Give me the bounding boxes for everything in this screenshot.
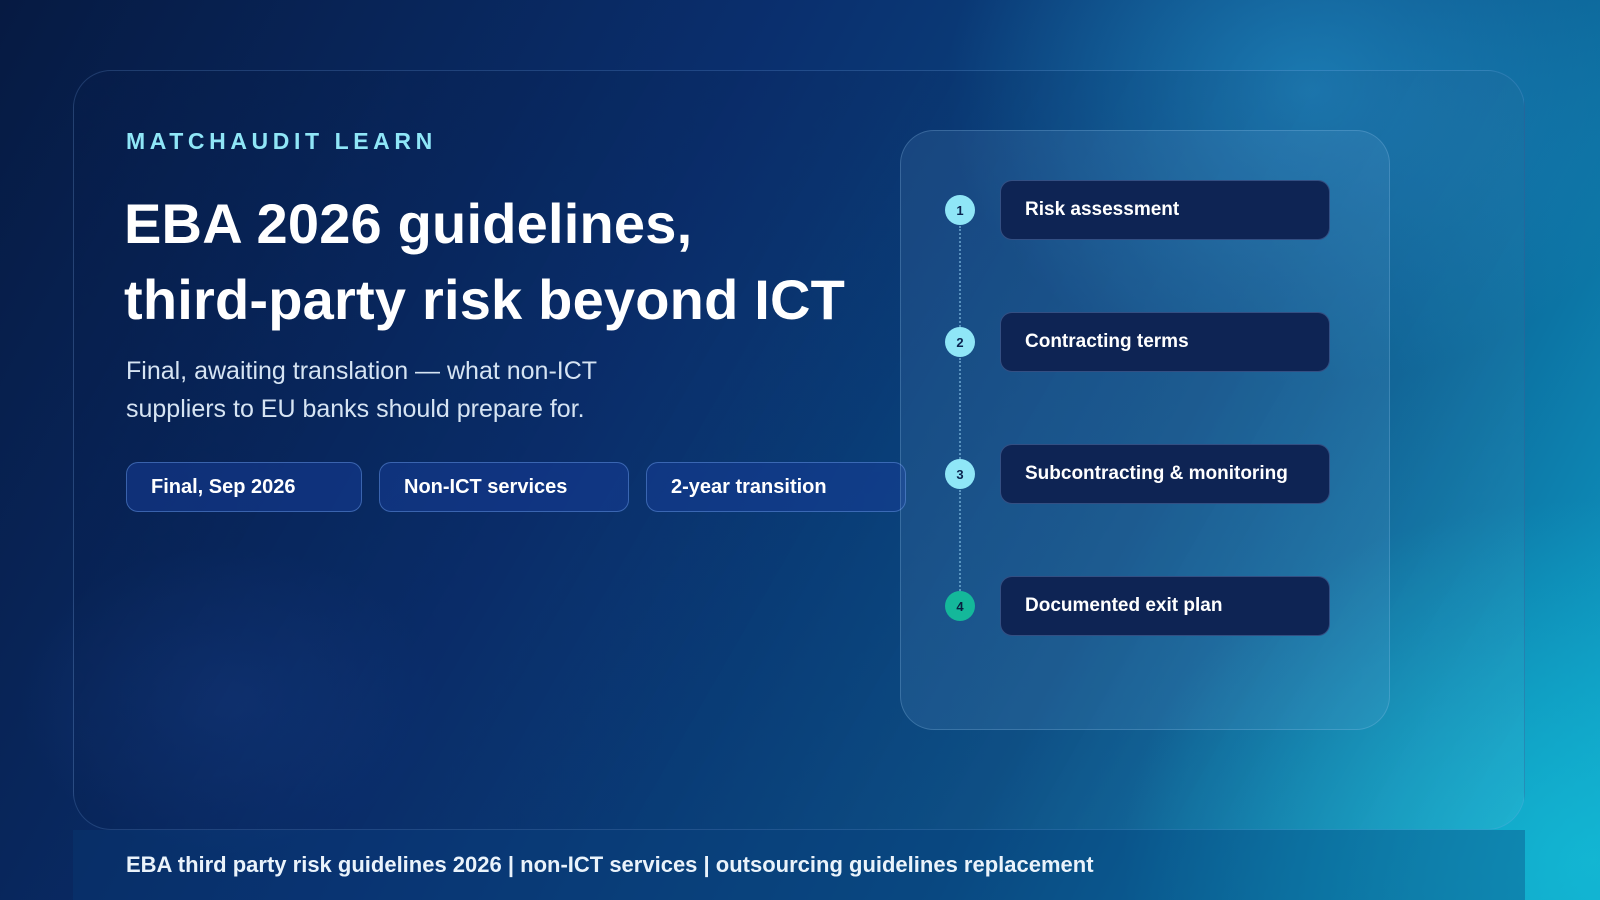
tag-transition-period: 2-year transition <box>646 462 906 512</box>
tag-final-date: Final, Sep 2026 <box>126 462 362 512</box>
step-connector <box>959 226 961 342</box>
step-exit-plan: Documented exit plan <box>1000 576 1330 636</box>
page-title-line-1: EBA 2026 guidelines, <box>124 192 693 255</box>
subtitle-line-2: suppliers to EU banks should prepare for… <box>126 395 585 423</box>
step-number-2: 2 <box>945 327 975 357</box>
subtitle-line-1: Final, awaiting translation — what non-I… <box>126 357 598 385</box>
step-connector <box>959 358 961 474</box>
page-title-line-2: third-party risk beyond ICT <box>124 268 846 331</box>
footer-keywords: EBA third party risk guidelines 2026 | n… <box>73 830 1525 900</box>
step-connector <box>959 490 961 606</box>
step-number-4: 4 <box>945 591 975 621</box>
step-subcontracting-monitoring: Subcontracting & monitoring <box>1000 444 1330 504</box>
step-contracting-terms: Contracting terms <box>1000 312 1330 372</box>
step-risk-assessment: Risk assessment <box>1000 180 1330 240</box>
tag-non-ict-services: Non-ICT services <box>379 462 629 512</box>
step-number-1: 1 <box>945 195 975 225</box>
step-number-3: 3 <box>945 459 975 489</box>
brand-label: MATCHAUDIT LEARN <box>126 128 437 154</box>
page-title: EBA 2026 guidelines, third-party risk be… <box>124 186 845 338</box>
page-subtitle: Final, awaiting translation — what non-I… <box>126 352 686 428</box>
